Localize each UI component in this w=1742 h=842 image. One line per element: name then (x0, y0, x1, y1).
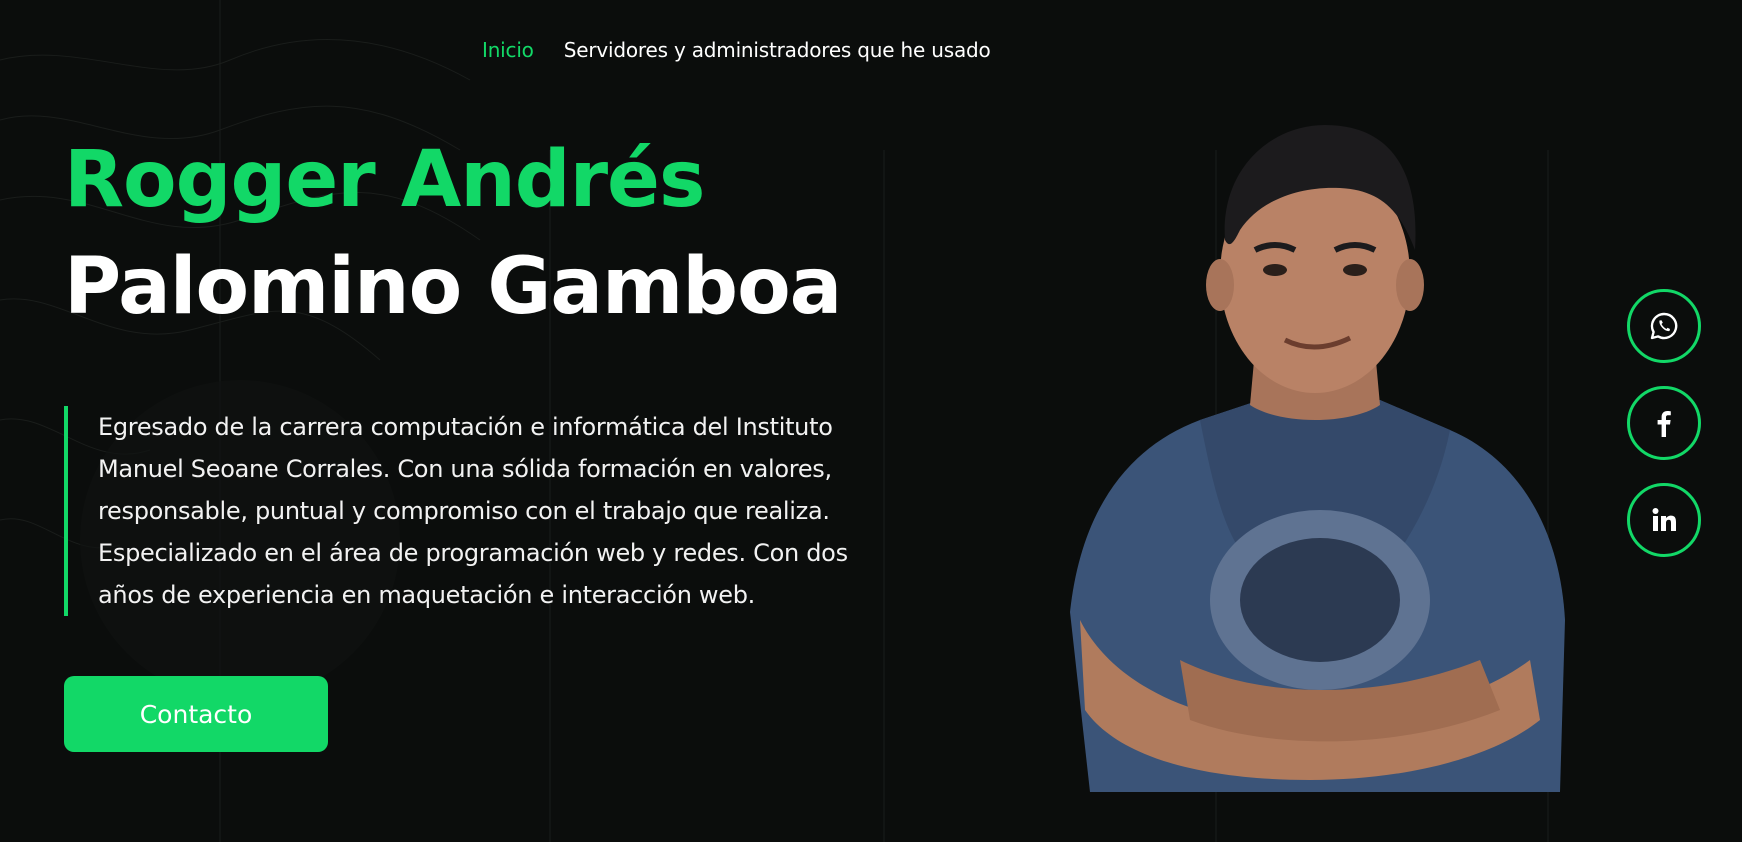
nav-link-servidores[interactable]: Servidores y administradores que he usad… (564, 38, 991, 62)
profile-photo (1070, 125, 1565, 792)
hero-name-last: Palomino Gamboa (64, 242, 842, 332)
hero-name-first: Rogger Andrés (64, 135, 705, 225)
nav-link-inicio[interactable]: Inicio (482, 38, 534, 62)
main-nav: Inicio Servidores y administradores que … (482, 38, 991, 62)
hero-description: Egresado de la carrera computación e inf… (98, 413, 848, 609)
linkedin-button[interactable] (1627, 483, 1701, 557)
linkedin-icon (1652, 508, 1676, 531)
whatsapp-button[interactable] (1627, 289, 1701, 363)
contact-button[interactable]: Contacto (64, 676, 328, 752)
whatsapp-icon (1650, 312, 1678, 340)
facebook-icon (1657, 411, 1671, 437)
hero-description-block: Egresado de la carrera computación e inf… (64, 406, 874, 616)
facebook-button[interactable] (1627, 386, 1701, 460)
